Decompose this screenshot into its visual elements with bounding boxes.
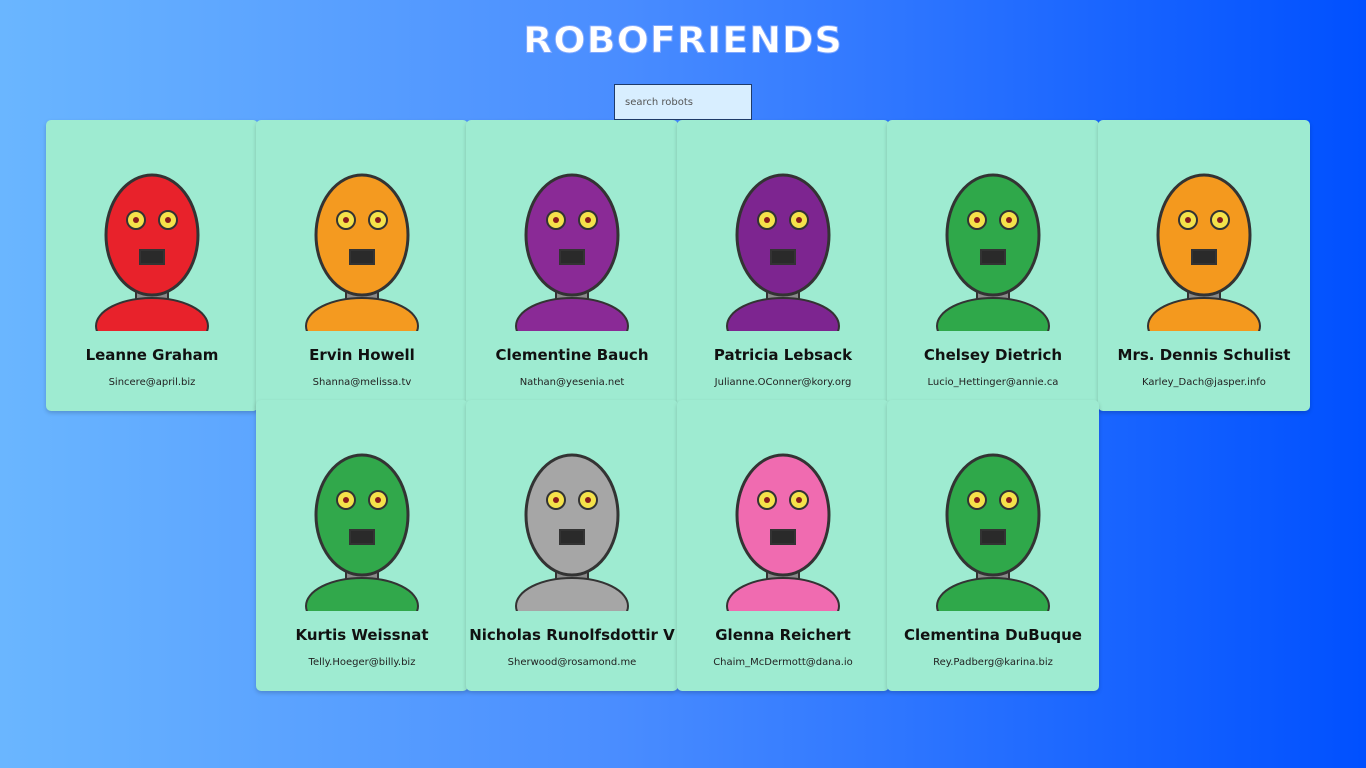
robot-name: Nicholas Runolfsdottir V (469, 626, 675, 644)
robot-email: Rey.Padberg@karina.biz (933, 657, 1053, 668)
robot-name: Glenna Reichert (715, 626, 851, 644)
robot-email: Sherwood@rosamond.me (507, 657, 637, 668)
robot-name: Chelsey Dietrich (923, 346, 1063, 364)
robot-name: Clementina DuBuque (904, 626, 1082, 644)
robot-name: Leanne Graham (85, 346, 219, 364)
robot-name: Mrs. Dennis Schulist (1117, 346, 1291, 364)
robot-name: Clementine Bauch (495, 346, 649, 364)
robot-email: Karley_Dach@jasper.info (1142, 377, 1266, 388)
robot-avatar-image (515, 173, 629, 331)
robot-email: Shanna@melissa.tv (312, 377, 412, 388)
robot-card[interactable]: Nicholas Runolfsdottir V Sherwood@rosamo… (466, 400, 678, 691)
robot-email: Chaim_McDermott@dana.io (713, 657, 853, 668)
robot-card[interactable]: Chelsey Dietrich Lucio_Hettinger@annie.c… (887, 120, 1099, 411)
robot-avatar-image (726, 453, 840, 611)
robot-email: Sincere@april.biz (108, 377, 196, 388)
robot-card[interactable]: Kurtis Weissnat Telly.Hoeger@billy.biz (256, 400, 468, 691)
robot-avatar-image (305, 173, 419, 331)
robot-avatar-image (515, 453, 629, 611)
robot-avatar-image (1147, 173, 1261, 331)
robot-card[interactable]: Mrs. Dennis Schulist Karley_Dach@jasper.… (1098, 120, 1310, 411)
robot-email: Nathan@yesenia.net (519, 377, 625, 388)
robot-email: Julianne.OConner@kory.org (714, 377, 852, 388)
robot-card[interactable]: Ervin Howell Shanna@melissa.tv (256, 120, 468, 411)
robot-avatar-image (726, 173, 840, 331)
robot-card[interactable]: Leanne Graham Sincere@april.biz (46, 120, 258, 411)
robot-avatar-image (305, 453, 419, 611)
robot-name: Kurtis Weissnat (295, 626, 429, 644)
robot-email: Telly.Hoeger@billy.biz (308, 657, 416, 668)
robot-name: Patricia Lebsack (713, 346, 853, 364)
app-title: ROBOFRIENDS (523, 19, 843, 62)
robot-avatar-image (95, 173, 209, 331)
robot-card[interactable]: Clementine Bauch Nathan@yesenia.net (466, 120, 678, 411)
robot-avatar-image (936, 453, 1050, 611)
robot-name: Ervin Howell (309, 346, 415, 364)
robot-card[interactable]: Glenna Reichert Chaim_McDermott@dana.io (677, 400, 889, 691)
robot-avatar-image (936, 173, 1050, 331)
search-input[interactable] (614, 84, 752, 120)
robot-card[interactable]: Patricia Lebsack Julianne.OConner@kory.o… (677, 120, 889, 411)
robot-card[interactable]: Clementina DuBuque Rey.Padberg@karina.bi… (887, 400, 1099, 691)
robot-email: Lucio_Hettinger@annie.ca (927, 377, 1059, 388)
